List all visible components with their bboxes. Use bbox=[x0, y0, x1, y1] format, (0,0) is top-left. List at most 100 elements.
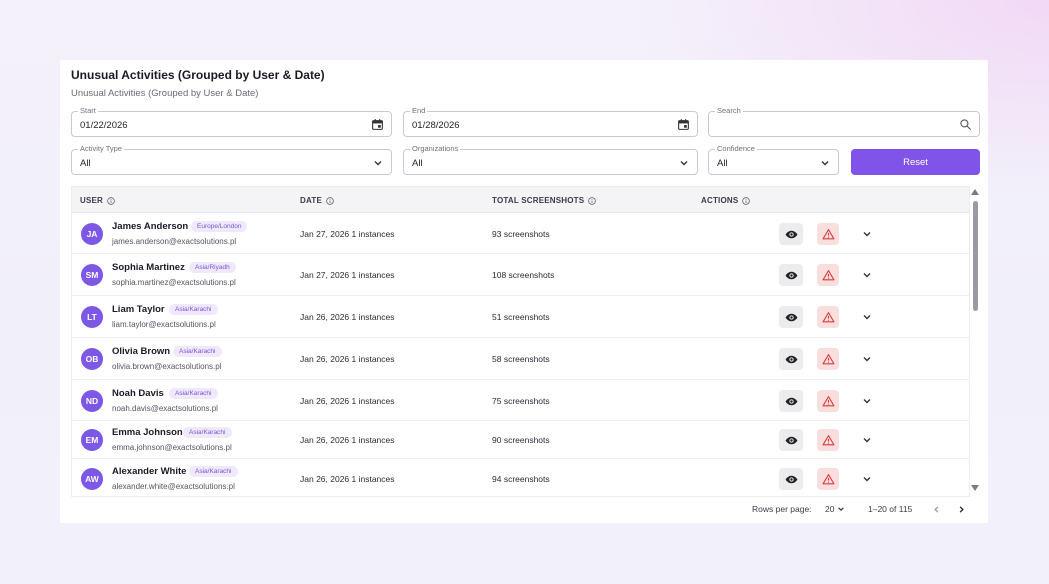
expand-row-chevron-icon[interactable] bbox=[862, 354, 872, 364]
screenshot-count: 58 screenshots bbox=[492, 354, 550, 364]
pagination-range: 1–20 of 115 bbox=[868, 504, 913, 514]
end-date-value: 01/28/2026 bbox=[412, 120, 460, 131]
expand-row-chevron-icon[interactable] bbox=[862, 435, 872, 445]
activity-type-select[interactable]: Activity Type All bbox=[71, 144, 392, 175]
view-button[interactable] bbox=[779, 223, 803, 245]
activity-date: Jan 26, 2026 1 instances bbox=[300, 474, 395, 484]
avatar: SM bbox=[81, 264, 103, 286]
screenshot-count: 75 screenshots bbox=[492, 396, 550, 406]
avatar: OB bbox=[81, 348, 103, 370]
expand-row-chevron-icon[interactable] bbox=[862, 474, 872, 484]
column-total-screenshots-label: TOTAL SCREENSHOTS bbox=[492, 196, 585, 205]
flag-warning-button[interactable] bbox=[817, 390, 839, 412]
view-button[interactable] bbox=[779, 348, 803, 370]
activities-table: USER DATE TOTAL SCREENSHOTS ACTIONS JA Ja… bbox=[71, 186, 970, 497]
flag-warning-button[interactable] bbox=[817, 468, 839, 490]
avatar: JA bbox=[81, 223, 103, 245]
column-date-label: DATE bbox=[300, 196, 322, 205]
table-row[interactable]: ND Noah Davis Asia/Karachi noah.davis@exact… bbox=[72, 380, 969, 421]
organizations-label: Organizations bbox=[410, 144, 461, 154]
warning-icon bbox=[822, 395, 834, 406]
confidence-value: All bbox=[717, 158, 728, 169]
flag-warning-button[interactable] bbox=[817, 264, 839, 286]
view-button[interactable] bbox=[779, 306, 803, 328]
table-row[interactable]: JA James Anderson Europe/London james.ander… bbox=[72, 213, 969, 254]
column-date[interactable]: DATE bbox=[300, 196, 334, 205]
info-icon bbox=[107, 196, 115, 205]
eye-icon bbox=[785, 436, 797, 444]
screenshot-count: 94 screenshots bbox=[492, 474, 550, 484]
eye-icon bbox=[785, 397, 797, 405]
timezone-badge: Asia/Riyadh bbox=[189, 262, 236, 273]
flag-warning-button[interactable] bbox=[817, 306, 839, 328]
warning-icon bbox=[822, 434, 834, 445]
warning-icon bbox=[822, 269, 834, 280]
expand-row-chevron-icon[interactable] bbox=[862, 270, 872, 280]
expand-row-chevron-icon[interactable] bbox=[862, 229, 872, 239]
user-email: james.anderson@exactsolutions.pl bbox=[112, 237, 237, 246]
activity-date: Jan 26, 2026 1 instances bbox=[300, 354, 395, 364]
previous-page-button[interactable] bbox=[932, 505, 941, 514]
scroll-down-arrow[interactable] bbox=[971, 485, 979, 491]
timezone-badge: Asia/Karachi bbox=[169, 388, 218, 399]
rows-per-page-select[interactable]: 20 bbox=[825, 504, 845, 514]
user-email: noah.davis@exactsolutions.pl bbox=[112, 404, 218, 413]
rows-per-page-value: 20 bbox=[825, 504, 835, 514]
flag-warning-button[interactable] bbox=[817, 223, 839, 245]
start-date-field[interactable]: Start 01/22/2026 bbox=[71, 106, 392, 137]
start-date-label: Start bbox=[78, 106, 98, 116]
view-button[interactable] bbox=[779, 429, 803, 451]
scroll-up-arrow[interactable] bbox=[971, 189, 979, 195]
calendar-icon[interactable] bbox=[677, 118, 690, 131]
user-name: Olivia Brown bbox=[112, 346, 171, 357]
user-name: Emma Johnson bbox=[112, 427, 183, 438]
flag-warning-button[interactable] bbox=[817, 348, 839, 370]
end-date-label: End bbox=[410, 106, 428, 116]
confidence-label: Confidence bbox=[715, 144, 757, 154]
view-button[interactable] bbox=[779, 390, 803, 412]
search-icon[interactable] bbox=[959, 118, 972, 131]
start-date-value: 01/22/2026 bbox=[80, 120, 128, 131]
organizations-select[interactable]: Organizations All bbox=[403, 144, 698, 175]
table-scrollbar[interactable] bbox=[971, 187, 981, 496]
reset-button[interactable]: Reset bbox=[851, 149, 980, 175]
column-total-screenshots[interactable]: TOTAL SCREENSHOTS bbox=[492, 196, 597, 205]
table-row[interactable]: EM Emma Johnson Asia/Karachi emma.johnson@e… bbox=[72, 421, 969, 459]
column-user[interactable]: USER bbox=[80, 196, 115, 205]
table-row[interactable]: LT Liam Taylor Asia/Karachi liam.taylor@exa… bbox=[72, 296, 969, 338]
calendar-icon[interactable] bbox=[371, 118, 384, 131]
warning-icon bbox=[822, 353, 834, 364]
timezone-badge: Asia/Karachi bbox=[169, 304, 218, 315]
user-name: Liam Taylor bbox=[112, 304, 165, 315]
activity-type-value: All bbox=[80, 158, 91, 169]
screenshot-count: 93 screenshots bbox=[492, 229, 550, 239]
end-date-field[interactable]: End 01/28/2026 bbox=[403, 106, 698, 137]
timezone-badge: Asia/Karachi bbox=[183, 427, 232, 438]
page-subtitle: Unusual Activities (Grouped by User & Da… bbox=[71, 88, 259, 99]
eye-icon bbox=[785, 313, 797, 321]
expand-row-chevron-icon[interactable] bbox=[862, 312, 872, 322]
avatar: LT bbox=[81, 306, 103, 328]
table-row[interactable]: AW Alexander White Asia/Karachi alexander.w… bbox=[72, 459, 969, 496]
eye-icon bbox=[785, 475, 797, 483]
eye-icon bbox=[785, 355, 797, 363]
confidence-select[interactable]: Confidence All bbox=[708, 144, 839, 175]
timezone-badge: Asia/Karachi bbox=[173, 346, 222, 357]
scrollbar-thumb[interactable] bbox=[973, 201, 978, 311]
flag-warning-button[interactable] bbox=[817, 429, 839, 451]
user-name: James Anderson bbox=[112, 221, 189, 232]
search-field[interactable]: Search bbox=[708, 106, 980, 137]
view-button[interactable] bbox=[779, 468, 803, 490]
activity-date: Jan 26, 2026 1 instances bbox=[300, 396, 395, 406]
next-page-button[interactable] bbox=[957, 505, 966, 514]
table-row[interactable]: OB Olivia Brown Asia/Karachi olivia.brown@e… bbox=[72, 338, 969, 380]
unusual-activities-card: Unusual Activities (Grouped by User & Da… bbox=[60, 60, 988, 523]
avatar: ND bbox=[81, 390, 103, 412]
info-icon bbox=[326, 196, 334, 205]
avatar: AW bbox=[81, 468, 103, 490]
eye-icon bbox=[785, 271, 797, 279]
user-name: Noah Davis bbox=[112, 388, 164, 399]
table-row[interactable]: SM Sophia Martinez Asia/Riyadh sophia.marti… bbox=[72, 254, 969, 296]
view-button[interactable] bbox=[779, 264, 803, 286]
expand-row-chevron-icon[interactable] bbox=[862, 396, 872, 406]
